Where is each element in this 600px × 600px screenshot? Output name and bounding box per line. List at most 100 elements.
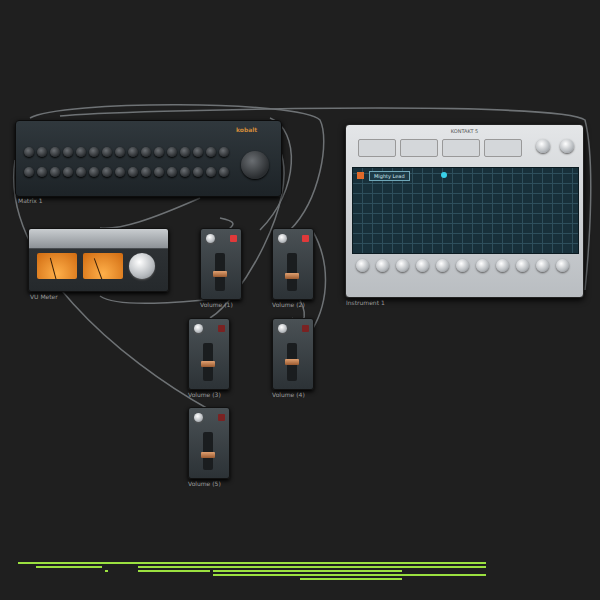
knob[interactable] xyxy=(194,324,203,333)
knob[interactable] xyxy=(141,167,151,177)
knob[interactable] xyxy=(76,167,86,177)
knob[interactable] xyxy=(356,259,369,272)
power-button[interactable] xyxy=(302,235,309,242)
knob[interactable] xyxy=(24,167,34,177)
knob[interactable] xyxy=(24,147,34,157)
knob[interactable] xyxy=(129,253,155,279)
fader-track xyxy=(287,343,297,381)
meter-needle xyxy=(94,258,103,279)
note[interactable] xyxy=(138,566,486,568)
knob[interactable] xyxy=(37,147,47,157)
vu-meter xyxy=(28,228,169,292)
knob[interactable] xyxy=(115,147,125,157)
knob[interactable] xyxy=(63,147,73,157)
note[interactable] xyxy=(36,566,102,568)
instrument-icon xyxy=(357,172,364,179)
knob[interactable] xyxy=(436,259,449,272)
fader-handle[interactable] xyxy=(213,271,227,277)
device-label: VU Meter xyxy=(30,293,58,300)
volume-fader xyxy=(188,318,230,390)
knob[interactable] xyxy=(456,259,469,272)
patch-canvas: kobaltMatrix 1VU MeterVolume (1)Volume (… xyxy=(0,0,600,600)
knob[interactable] xyxy=(193,147,203,157)
power-button[interactable] xyxy=(218,325,225,332)
knob[interactable] xyxy=(536,259,549,272)
piano-roll xyxy=(0,555,600,590)
knob[interactable] xyxy=(180,167,190,177)
fader-handle[interactable] xyxy=(201,452,215,458)
knob[interactable] xyxy=(376,259,389,272)
knob[interactable] xyxy=(560,139,574,153)
knob[interactable] xyxy=(167,167,177,177)
volume-fader xyxy=(188,407,230,479)
power-button[interactable] xyxy=(218,414,225,421)
knob[interactable] xyxy=(76,147,86,157)
knob[interactable] xyxy=(63,167,73,177)
control-group xyxy=(400,139,438,157)
knob[interactable] xyxy=(102,167,112,177)
knob[interactable] xyxy=(476,259,489,272)
control-group xyxy=(484,139,522,157)
knob[interactable] xyxy=(416,259,429,272)
knob[interactable] xyxy=(241,151,269,179)
knob[interactable] xyxy=(154,147,164,157)
knob[interactable] xyxy=(167,147,177,157)
note[interactable] xyxy=(213,574,486,576)
note[interactable] xyxy=(105,570,108,572)
knob[interactable] xyxy=(278,234,287,243)
sampler: KONTAKT 5 Mighty Lead xyxy=(345,124,584,298)
knob[interactable] xyxy=(219,167,229,177)
knob[interactable] xyxy=(89,147,99,157)
fader-track xyxy=(287,253,297,291)
fader-handle[interactable] xyxy=(285,273,299,279)
knob[interactable] xyxy=(396,259,409,272)
meter-face xyxy=(37,253,77,279)
note[interactable] xyxy=(300,578,402,580)
knob[interactable] xyxy=(180,147,190,157)
device-label: Volume (4) xyxy=(272,391,305,398)
knob[interactable] xyxy=(219,147,229,157)
knob[interactable] xyxy=(128,167,138,177)
knob[interactable] xyxy=(193,167,203,177)
knob[interactable] xyxy=(50,167,60,177)
device-label: Instrument 1 xyxy=(346,299,385,306)
knob[interactable] xyxy=(128,147,138,157)
fader-handle[interactable] xyxy=(285,359,299,365)
knob[interactable] xyxy=(206,167,216,177)
knob[interactable] xyxy=(496,259,509,272)
meter-face xyxy=(83,253,123,279)
step-sequencer: kobalt xyxy=(15,120,282,197)
knob[interactable] xyxy=(89,167,99,177)
status-dot xyxy=(441,172,447,178)
cables xyxy=(0,0,600,600)
preset-field[interactable]: Mighty Lead xyxy=(369,171,410,181)
knob[interactable] xyxy=(50,147,60,157)
brand-label: kobalt xyxy=(236,126,257,133)
note[interactable] xyxy=(213,570,402,572)
knob[interactable] xyxy=(536,139,550,153)
knob[interactable] xyxy=(154,167,164,177)
control-group xyxy=(358,139,396,157)
knob[interactable] xyxy=(141,147,151,157)
note[interactable] xyxy=(18,562,486,564)
fader-track xyxy=(203,343,213,381)
volume-fader xyxy=(272,228,314,300)
knob[interactable] xyxy=(206,234,215,243)
knob[interactable] xyxy=(206,147,216,157)
volume-fader xyxy=(272,318,314,390)
knob[interactable] xyxy=(278,324,287,333)
knob[interactable] xyxy=(102,147,112,157)
knob[interactable] xyxy=(556,259,569,272)
sampler-title: KONTAKT 5 xyxy=(346,128,583,134)
fader-handle[interactable] xyxy=(201,361,215,367)
knob[interactable] xyxy=(194,413,203,422)
power-button[interactable] xyxy=(230,235,237,242)
knob[interactable] xyxy=(516,259,529,272)
knob[interactable] xyxy=(37,167,47,177)
volume-fader xyxy=(200,228,242,300)
knob[interactable] xyxy=(115,167,125,177)
device-label: Volume (2) xyxy=(272,301,305,308)
power-button[interactable] xyxy=(302,325,309,332)
note[interactable] xyxy=(138,570,210,572)
device-label: Volume (3) xyxy=(188,391,221,398)
